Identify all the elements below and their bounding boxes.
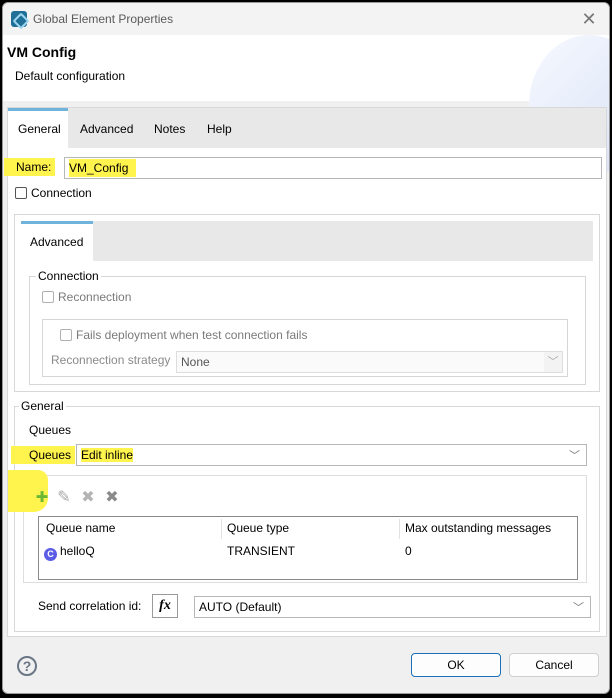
general-group: General Queues Queues Edit inline ﹀ ✚ ✎ … [8,399,600,632]
close-icon[interactable]: ✕ [579,9,599,29]
queues-toolbar: ✚ ✎ ✖ ✖ [34,490,124,506]
send-correlation-id-label: Send correlation id: [38,599,142,613]
connection-checkbox[interactable] [15,187,27,199]
queue-name-cell: ChelloQ [44,544,95,561]
name-value: VM_Config [69,159,137,177]
reconnection-subgroup: Fails deployment when test connection fa… [42,319,568,377]
inner-tab-advanced[interactable]: Advanced [21,221,93,261]
window-title: Global Element Properties [33,12,174,26]
tab-general[interactable]: General [8,108,68,148]
tab-notes[interactable]: Notes [144,108,195,148]
name-label: Name: [4,158,56,176]
ok-button[interactable]: OK [411,653,501,677]
header-subtitle: Default configuration [15,69,126,83]
fails-deployment-label: Fails deployment when test connection fa… [76,328,308,342]
queues-select[interactable]: Edit inline ﹀ [76,444,587,466]
send-correlation-id-value: AUTO (Default) [199,600,282,614]
reconnection-checkbox[interactable] [42,291,54,303]
chevron-down-icon: ﹀ [569,450,580,462]
tab-folder: General Advanced Notes Help Name: VM_Con… [4,107,607,637]
column-separator [221,519,222,539]
reconnection-strategy-select[interactable]: None ﹀ [176,351,563,373]
tab-bar: General Advanced Notes Help [8,108,606,148]
connection-group-title: Connection [36,269,101,283]
tab-advanced[interactable]: Advanced [70,108,143,148]
add-icon[interactable]: ✚ [34,490,50,506]
connection-frame: Advanced Connection Reconnection Fails d… [14,214,600,392]
chevron-down-icon: ﹀ [544,352,562,372]
reconnection-strategy-value: None [181,355,210,369]
queues-table: Queue name Queue type Max outstanding me… [38,516,578,580]
reconnection-strategy-label: Reconnection strategy [51,353,171,367]
queue-type-cell: TRANSIENT [227,544,296,558]
tab-help[interactable]: Help [197,108,242,148]
connection-group: Connection Reconnection Fails deployment… [29,269,586,385]
app-icon [11,11,27,27]
column-header-queue-type[interactable]: Queue type [227,521,289,535]
global-element-properties-dialog: Global Element Properties ✕ VM Config De… [2,2,610,694]
cancel-button[interactable]: Cancel [509,653,599,677]
column-header-max-outstanding[interactable]: Max outstanding messages [405,521,551,535]
connection-checkbox-label: Connection [31,186,92,200]
delete-icon[interactable]: ✖ [80,490,96,506]
column-header-queue-name[interactable]: Queue name [46,521,115,535]
help-icon[interactable]: ? [17,656,37,676]
queue-name-value: helloQ [60,544,95,558]
chevron-down-icon: ﹀ [573,602,584,614]
queues-editor: ✚ ✎ ✖ ✖ Queue name Queue type Max outsta… [8,470,587,583]
inner-tab-bar: Advanced [21,221,593,261]
queue-icon: C [44,548,57,561]
delete-all-icon[interactable]: ✖ [104,490,120,506]
queues-heading: Queues [29,423,72,437]
header-title: VM Config [7,44,77,60]
max-outstanding-cell: 0 [405,544,412,558]
dialog-header: VM Config Default configuration [3,35,609,175]
general-group-title: General [19,399,66,413]
edit-icon[interactable]: ✎ [56,490,72,506]
fx-expression-button[interactable]: fx [152,594,178,618]
general-tab-content: Name: VM_Config Connection Advanced Conn… [4,148,606,636]
reconnection-label: Reconnection [58,290,132,304]
queues-value: Edit inline [81,448,134,462]
queues-label: Queues [11,446,76,464]
name-input[interactable]: VM_Config [64,157,602,179]
column-separator [399,519,400,539]
fails-deployment-checkbox[interactable] [60,329,72,341]
title-bar: Global Element Properties ✕ [3,3,609,35]
send-correlation-id-select[interactable]: AUTO (Default) ﹀ [194,596,591,618]
